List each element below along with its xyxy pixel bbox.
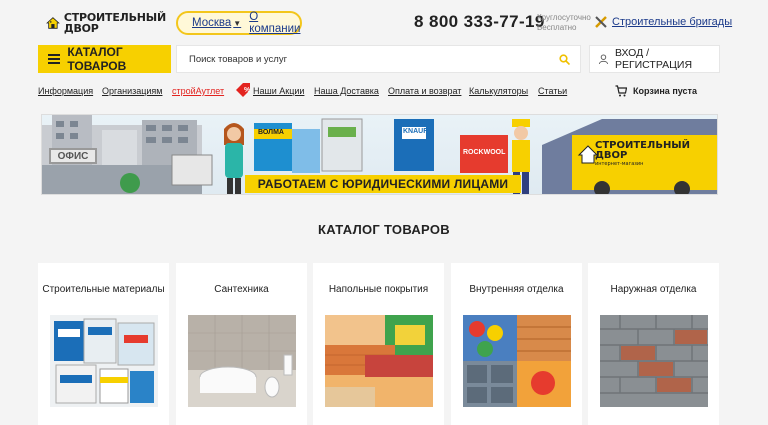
nav-item-info[interactable]: Информация <box>38 86 93 96</box>
svg-text:%: % <box>244 87 251 94</box>
search-input[interactable] <box>189 53 549 65</box>
category-card-plumbing[interactable]: Сантехника <box>176 263 307 425</box>
bag-label-rockwool: ROCKWOOL <box>463 149 506 156</box>
category-label: Наружная отделка <box>610 284 697 295</box>
top-bar: СТРОИТЕЛЬНЫЙ ДВОР Москва ▼ О компании 8 8… <box>0 0 768 44</box>
caret-down-icon: ▼ <box>233 18 242 28</box>
phone-note: Круглосуточно Бесплатно <box>537 13 591 32</box>
interior-finishing-image <box>463 315 571 407</box>
category-label: Напольные покрытия <box>328 284 429 295</box>
office-sign: ОФИС <box>49 148 97 164</box>
nav-item-payment[interactable]: Оплата и возврат <box>388 86 461 96</box>
about-company-link[interactable]: О компании <box>249 11 300 35</box>
building-materials-image <box>50 315 158 407</box>
nav-item-outlet[interactable]: стройАутлет <box>172 86 224 96</box>
truck-logo-text: СТРОИТЕЛЬНЫЙ ДВОР интернет-магазин <box>595 140 691 168</box>
nav-item-calculators[interactable]: Калькуляторы <box>469 86 528 96</box>
category-label: Строительные материалы <box>42 284 165 295</box>
nav-item-promotions[interactable]: Наши Акции <box>253 86 304 96</box>
cart-icon <box>615 85 627 97</box>
nav-item-articles[interactable]: Статьи <box>538 86 567 96</box>
tools-icon <box>595 16 607 28</box>
banner-headline: РАБОТАЕМ С ЮРИДИЧЕСКИМИ ЛИЦАМИ <box>245 175 521 193</box>
city-selector-pill: Москва ▼ О компании <box>176 11 302 35</box>
category-card-building-materials[interactable]: Строительные материалы <box>38 263 169 425</box>
bag-label-volma: ВОЛМА <box>258 129 284 136</box>
phone-number[interactable]: 8 800 333-77-19 <box>414 12 545 32</box>
exterior-finishing-image <box>600 315 708 407</box>
cart-status[interactable]: Корзина пуста <box>615 85 697 97</box>
catalog-button[interactable]: КАТАЛОГ ТОВАРОВ <box>38 45 171 73</box>
logo-text: СТРОИТЕЛЬНЫЙ ДВОР <box>63 11 166 35</box>
city-selector[interactable]: Москва ▼ <box>192 17 241 29</box>
search-icon[interactable] <box>559 54 570 65</box>
site-logo[interactable]: СТРОИТЕЛЬНЫЙ ДВОР <box>46 9 166 37</box>
nav-item-organizations[interactable]: Организациям <box>102 86 162 96</box>
house-logo-icon <box>46 17 60 29</box>
category-card-exterior-finishing[interactable]: Наружная отделка <box>588 263 719 425</box>
category-card-flooring[interactable]: Напольные покрытия <box>313 263 444 425</box>
plumbing-image <box>188 315 296 407</box>
flooring-image <box>325 315 433 407</box>
category-card-interior-finishing[interactable]: Внутренняя отделка <box>451 263 582 425</box>
category-label: Внутренняя отделка <box>469 284 564 295</box>
construction-brigades-link[interactable]: Строительные бригады <box>594 15 732 29</box>
search-bar <box>176 45 581 73</box>
nav-item-delivery[interactable]: Наша Доставка <box>314 86 379 96</box>
bag-label-knauf: KNAUF <box>403 128 428 135</box>
catalog-title: КАТАЛОГ ТОВАРОВ <box>318 222 450 237</box>
category-label: Сантехника <box>214 284 269 295</box>
promo-tag-icon: % <box>236 83 251 97</box>
menu-icon <box>48 54 61 64</box>
login-button[interactable]: ВХОД / РЕГИСТРАЦИЯ <box>589 45 720 73</box>
user-icon <box>598 54 609 65</box>
